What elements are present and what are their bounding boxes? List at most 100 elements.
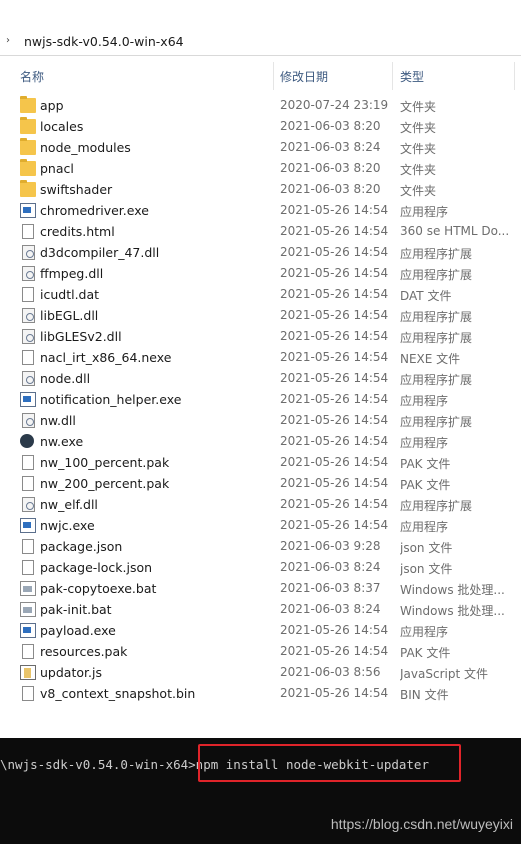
bat-icon	[20, 602, 36, 617]
file-type: BIN 文件	[400, 688, 449, 702]
file-type: 应用程序扩展	[400, 310, 473, 324]
file-type: Windows 批处理...	[400, 583, 505, 597]
file-name: nw.exe	[40, 434, 84, 449]
file-type: 应用程序	[400, 520, 449, 534]
file-date: 2021-06-03 8:56	[280, 665, 381, 679]
file-name: icudtl.dat	[40, 287, 100, 302]
file-name: chromedriver.exe	[40, 203, 149, 218]
file-type: 应用程序	[400, 436, 449, 450]
chevron-right-icon[interactable]: ›	[6, 35, 10, 46]
file-row[interactable]: nwjc.exe 2021-05-26 14:54 应用程序	[0, 515, 521, 536]
file-type: 应用程序	[400, 205, 449, 219]
file-icon	[22, 644, 34, 659]
command-highlight-box	[198, 744, 461, 782]
watermark: https://blog.csdn.net/wuyeyixi	[330, 816, 513, 832]
dll-icon	[22, 413, 35, 428]
file-row[interactable]: v8_context_snapshot.bin 2021-05-26 14:54 B…	[0, 683, 521, 704]
file-date: 2021-06-03 8:20	[280, 119, 381, 133]
file-row[interactable]: node.dll 2021-05-26 14:54 应用程序扩展	[0, 368, 521, 389]
file-row[interactable]: node_modules 2021-06-03 8:24 文件夹	[0, 137, 521, 158]
column-divider[interactable]	[514, 62, 515, 90]
file-row[interactable]: nacl_irt_x86_64.nexe 2021-05-26 14:54 NEXE…	[0, 347, 521, 368]
file-date: 2021-05-26 14:54	[280, 434, 389, 448]
file-type: 文件夹	[400, 142, 437, 156]
file-row[interactable]: updator.js 2021-06-03 8:56 JavaScript 文件	[0, 662, 521, 683]
file-icon	[22, 287, 34, 302]
file-type: json 文件	[400, 562, 453, 576]
file-row[interactable]: payload.exe 2021-05-26 14:54 应用程序	[0, 620, 521, 641]
file-name: libEGL.dll	[40, 308, 99, 323]
column-divider[interactable]	[273, 62, 274, 90]
file-type: 文件夹	[400, 100, 437, 114]
file-date: 2021-05-26 14:54	[280, 308, 389, 322]
terminal-prompt: \nwjs-sdk-v0.54.0-win-x64>	[0, 757, 196, 772]
column-header-name[interactable]: 名称	[20, 68, 44, 85]
file-row[interactable]: pak-copytoexe.bat 2021-06-03 8:37 Windows …	[0, 578, 521, 599]
file-row[interactable]: ffmpeg.dll 2021-05-26 14:54 应用程序扩展	[0, 263, 521, 284]
nw-exe-icon	[20, 434, 34, 448]
file-name: nw.dll	[40, 413, 76, 428]
file-row[interactable]: icudtl.dat 2021-05-26 14:54 DAT 文件	[0, 284, 521, 305]
file-type: JavaScript 文件	[400, 667, 488, 681]
dll-icon	[22, 245, 35, 260]
file-row[interactable]: resources.pak 2021-05-26 14:54 PAK 文件	[0, 641, 521, 662]
file-row[interactable]: libEGL.dll 2021-05-26 14:54 应用程序扩展	[0, 305, 521, 326]
file-row[interactable]: package.json 2021-06-03 9:28 json 文件	[0, 536, 521, 557]
file-type: PAK 文件	[400, 478, 451, 492]
file-row[interactable]: pak-init.bat 2021-06-03 8:24 Windows 批处理..…	[0, 599, 521, 620]
file-row[interactable]: chromedriver.exe 2021-05-26 14:54 应用程序	[0, 200, 521, 221]
file-row[interactable]: package-lock.json 2021-06-03 8:24 json 文件	[0, 557, 521, 578]
file-type: 360 se HTML Do...	[400, 224, 510, 238]
file-icon	[22, 455, 34, 470]
file-row[interactable]: credits.html 2021-05-26 14:54 360 se HTML …	[0, 221, 521, 242]
file-date: 2021-06-03 8:20	[280, 161, 381, 175]
file-name: resources.pak	[40, 644, 128, 659]
file-name: nw_elf.dll	[40, 497, 98, 512]
file-name: payload.exe	[40, 623, 116, 638]
file-row[interactable]: pnacl 2021-06-03 8:20 文件夹	[0, 158, 521, 179]
file-name: app	[40, 98, 64, 113]
file-date: 2021-05-26 14:54	[280, 476, 389, 490]
file-date: 2021-05-26 14:54	[280, 644, 389, 658]
file-type: 应用程序扩展	[400, 373, 473, 387]
file-icon	[22, 476, 34, 491]
folder-icon	[20, 96, 36, 113]
file-name: node_modules	[40, 140, 131, 155]
column-divider[interactable]	[392, 62, 393, 90]
file-row[interactable]: notification_helper.exe 2021-05-26 14:54 应…	[0, 389, 521, 410]
file-row[interactable]: nw_200_percent.pak 2021-05-26 14:54 PAK 文件	[0, 473, 521, 494]
file-row[interactable]: d3dcompiler_47.dll 2021-05-26 14:54 应用程序扩展	[0, 242, 521, 263]
file-icon	[22, 560, 34, 575]
address-bar: › nwjs-sdk-v0.54.0-win-x64	[0, 0, 521, 56]
file-name: nacl_irt_x86_64.nexe	[40, 350, 172, 365]
folder-icon	[20, 159, 36, 176]
file-type: Windows 批处理...	[400, 604, 505, 618]
exe-icon	[20, 392, 36, 407]
file-row[interactable]: libGLESv2.dll 2021-05-26 14:54 应用程序扩展	[0, 326, 521, 347]
file-date: 2021-06-03 9:28	[280, 539, 381, 553]
column-header-date[interactable]: 修改日期	[280, 68, 328, 85]
file-row[interactable]: locales 2021-06-03 8:20 文件夹	[0, 116, 521, 137]
file-name: v8_context_snapshot.bin	[40, 686, 196, 701]
file-row[interactable]: swiftshader 2021-06-03 8:20 文件夹	[0, 179, 521, 200]
folder-icon	[20, 117, 36, 134]
file-row[interactable]: nw.dll 2021-05-26 14:54 应用程序扩展	[0, 410, 521, 431]
file-row[interactable]: nw_100_percent.pak 2021-05-26 14:54 PAK 文件	[0, 452, 521, 473]
file-name: package.json	[40, 539, 123, 554]
file-type: 文件夹	[400, 184, 437, 198]
file-type: 应用程序扩展	[400, 268, 473, 282]
file-row[interactable]: nw_elf.dll 2021-05-26 14:54 应用程序扩展	[0, 494, 521, 515]
file-date: 2021-06-03 8:24	[280, 602, 381, 616]
file-date: 2021-06-03 8:37	[280, 581, 381, 595]
file-date: 2021-05-26 14:54	[280, 392, 389, 406]
file-row[interactable]: app 2020-07-24 23:19 文件夹	[0, 95, 521, 116]
dll-icon	[22, 329, 35, 344]
file-row[interactable]: nw.exe 2021-05-26 14:54 应用程序	[0, 431, 521, 452]
column-header-type[interactable]: 类型	[400, 68, 424, 85]
file-date: 2021-05-26 14:54	[280, 371, 389, 385]
address-path[interactable]: nwjs-sdk-v0.54.0-win-x64	[24, 34, 184, 49]
file-type: 文件夹	[400, 163, 437, 177]
file-name: credits.html	[40, 224, 115, 239]
folder-icon	[20, 180, 36, 197]
file-name: nw_200_percent.pak	[40, 476, 170, 491]
